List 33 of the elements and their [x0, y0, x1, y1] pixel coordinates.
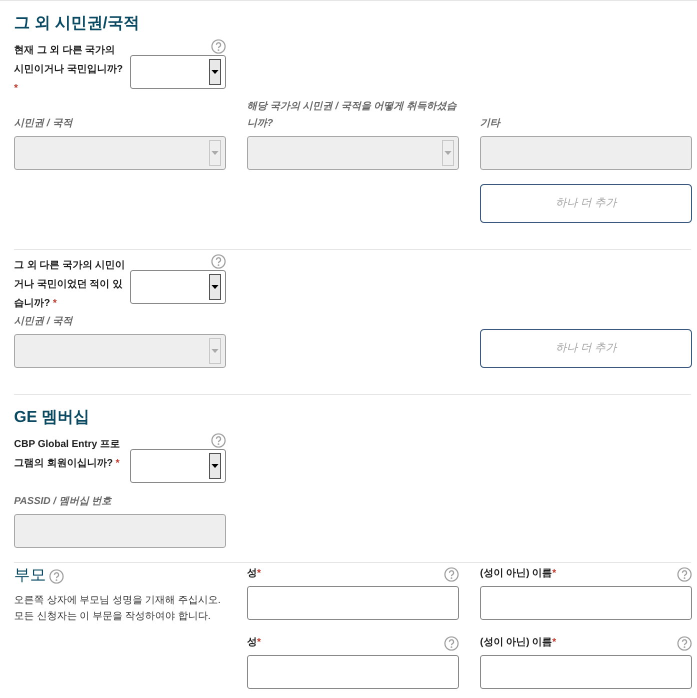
select-field[interactable] [130, 55, 226, 89]
help-icon[interactable] [677, 636, 692, 651]
section-heading: GE 멤버십 [14, 408, 91, 428]
help-icon[interactable] [444, 567, 459, 582]
help-icon[interactable] [211, 433, 226, 448]
field-label: 시민권 / 국적 [14, 315, 72, 329]
question-label: 그 외 다른 국가의 시민이거나 국민이었던 적이 있습니까? * [14, 259, 126, 311]
select-field[interactable] [130, 270, 226, 304]
question-label: 현재 그 외 다른 국가의 시민이거나 국민입니까? * [14, 44, 124, 96]
input-field[interactable] [247, 655, 459, 689]
field-label: (성이 아닌) 이름* [480, 636, 556, 650]
section-heading: 부모 [14, 566, 46, 586]
field-label: PASSID / 멤버십 번호 [14, 495, 112, 509]
section-description: 오른쪽 상자에 부모님 성명을 기재해 주십시오. 모든 신청자는 이 부문을 작성하여야 합니다. [14, 594, 222, 624]
select-field[interactable] [130, 449, 226, 483]
help-icon[interactable] [49, 568, 64, 584]
input-field[interactable] [480, 655, 692, 689]
field-label: (성이 아닌) 이름* [480, 567, 556, 581]
help-icon[interactable] [211, 39, 226, 54]
add-another-button[interactable]: 하나 더 추가 [480, 329, 692, 368]
question-label: CBP Global Entry 프로그램의 회원이십니까? * [14, 438, 121, 471]
help-icon[interactable] [677, 567, 692, 582]
field-label: 해당 국가의 시민권 / 국적을 어떻게 취득하셨습니까? [247, 100, 458, 131]
field-label: 성* [247, 567, 261, 581]
help-icon[interactable] [444, 636, 459, 651]
field-label: 시민권 / 국적 [14, 117, 72, 131]
field-label: 기타 [480, 117, 500, 131]
section-heading: 그 외 시민권/국적 [14, 14, 140, 34]
help-icon[interactable] [211, 254, 226, 269]
input-field[interactable] [247, 586, 459, 620]
input-field[interactable] [480, 586, 692, 620]
field-label: 성* [247, 636, 261, 650]
add-another-button[interactable]: 하나 더 추가 [480, 184, 692, 223]
